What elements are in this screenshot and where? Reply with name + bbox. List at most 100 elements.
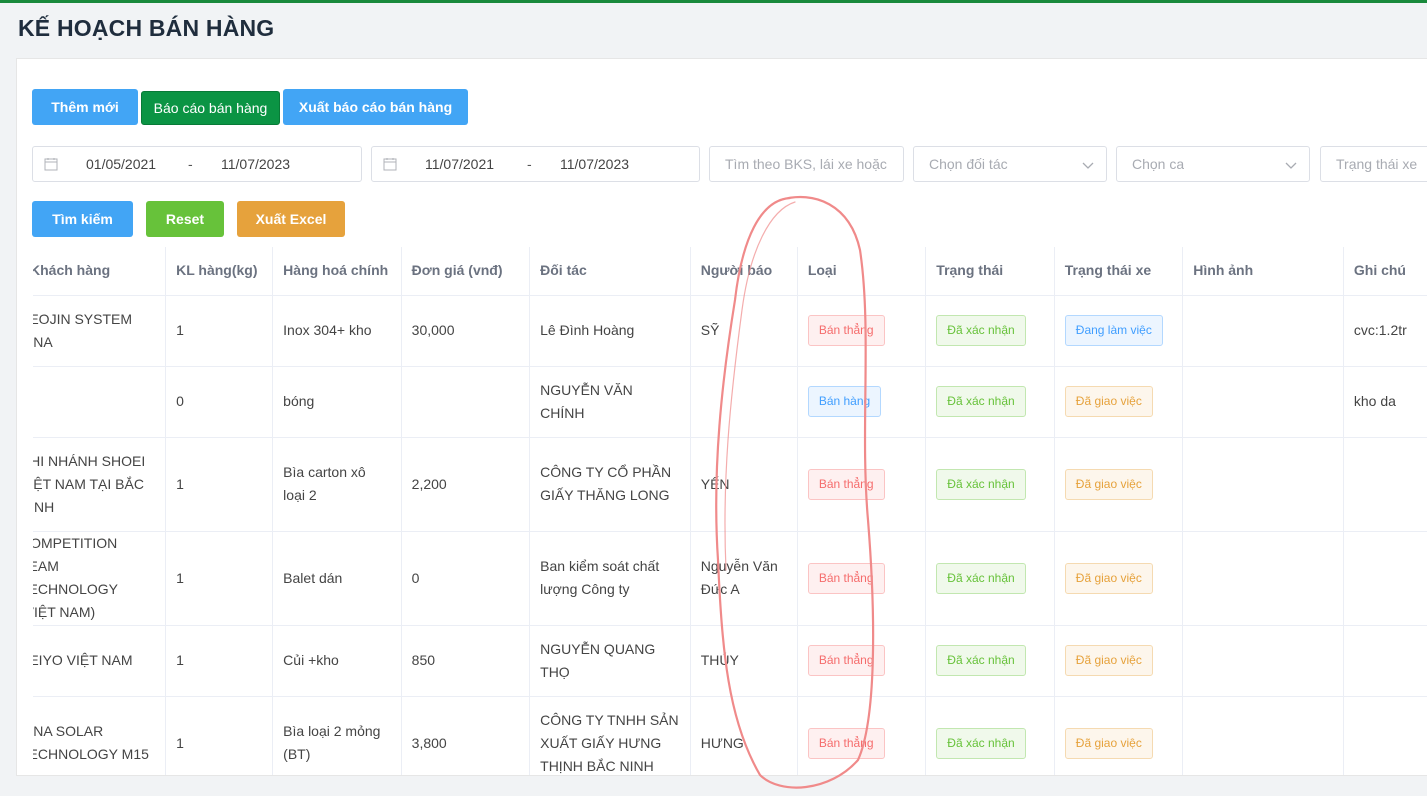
cell-image bbox=[1182, 625, 1344, 697]
cell-type: Bán thẳng bbox=[797, 696, 927, 775]
cell-customer: VINA SOLAR TECHNOLOGY M15 bbox=[33, 696, 167, 775]
status-tag: Đã xác nhận bbox=[936, 386, 1026, 417]
type-tag: Bán thẳng bbox=[807, 562, 885, 594]
cell-customer bbox=[33, 366, 167, 438]
col-partner: Đối tác bbox=[529, 247, 691, 296]
cell-partner: NGUYỄN QUANG THỌ bbox=[529, 625, 691, 697]
cell-goods: bóng bbox=[272, 366, 402, 438]
col-note: Ghi chú bbox=[1343, 247, 1427, 296]
table-row[interactable]: SEIYO VIỆT NAM 1 Củi +kho 850 NGUYỄN QUA… bbox=[33, 625, 1427, 697]
table-row[interactable]: SEOJIN SYSTEM VINA 1 Inox 304+ kho 30,00… bbox=[33, 295, 1427, 367]
shift-select[interactable]: Chọn ca bbox=[1116, 146, 1310, 182]
cell-price: 2,200 bbox=[401, 437, 531, 532]
col-goods: Hàng hoá chính bbox=[272, 247, 402, 296]
cell-status: Đã xác nhận bbox=[925, 696, 1055, 775]
col-vehicle-status: Trạng thái xe bbox=[1054, 247, 1184, 296]
type-tag: Bán hàng bbox=[807, 386, 882, 417]
cell-vehicle-status: Đã giao việc bbox=[1054, 625, 1184, 697]
calendar-icon bbox=[44, 158, 58, 171]
table-row[interactable]: COMPETITION TEAM TECHNOLOGY (VIỆT NAM) 1… bbox=[33, 531, 1427, 626]
add-button[interactable]: Thêm mới bbox=[32, 89, 138, 125]
cell-note bbox=[1343, 625, 1427, 697]
cell-image bbox=[1182, 437, 1344, 532]
cell-goods: Củi +kho bbox=[272, 625, 402, 697]
date-range-picker-2[interactable]: 11/07/2021 - 11/07/2023 bbox=[371, 146, 700, 182]
col-customer: Khách hàng bbox=[33, 247, 167, 296]
status-tag: Đã xác nhận bbox=[936, 727, 1026, 759]
cell-partner: CÔNG TY CỔ PHẦN GIẤY THĂNG LONG bbox=[529, 437, 691, 532]
vehicle-status-placeholder: Trạng thái xe bbox=[1336, 156, 1418, 172]
sales-plan-table: Khách hàng KL hàng(kg) Hàng hoá chính Đơ… bbox=[33, 247, 1427, 775]
cell-customer: SEIYO VIỆT NAM bbox=[33, 625, 167, 697]
cell-weight: 0 bbox=[165, 366, 274, 438]
cell-partner: NGUYỄN VĂN CHÍNH bbox=[529, 366, 691, 438]
search-button[interactable]: Tìm kiếm bbox=[32, 201, 133, 237]
chevron-down-icon bbox=[1285, 162, 1297, 169]
search-placeholder: Tìm theo BKS, lái xe hoặc bbox=[725, 156, 887, 172]
cell-type: Bán thẳng bbox=[797, 295, 927, 367]
cell-status: Đã xác nhận bbox=[925, 437, 1055, 532]
cell-goods: Inox 304+ kho bbox=[272, 295, 402, 367]
col-image: Hình ảnh bbox=[1182, 247, 1344, 296]
cell-price: 0 bbox=[401, 531, 531, 626]
cell-status: Đã xác nhận bbox=[925, 295, 1055, 367]
cell-goods: Bìa carton xô loại 2 bbox=[272, 437, 402, 532]
type-tag: Bán thẳng bbox=[807, 468, 885, 500]
vehicle-status-tag: Đang làm việc bbox=[1064, 315, 1163, 346]
vehicle-status-tag: Đã giao việc bbox=[1064, 645, 1153, 676]
type-tag: Bán thẳng bbox=[807, 315, 885, 346]
export-excel-button[interactable]: Xuất Excel bbox=[237, 201, 345, 237]
cell-note bbox=[1343, 437, 1427, 532]
type-tag: Bán thẳng bbox=[807, 645, 885, 676]
cell-status: Đã xác nhận bbox=[925, 366, 1055, 438]
cell-vehicle-status: Đã giao việc bbox=[1054, 531, 1184, 626]
table-header-row: Khách hàng KL hàng(kg) Hàng hoá chính Đơ… bbox=[33, 247, 1427, 296]
export-sales-report-button[interactable]: Xuất báo cáo bán hàng bbox=[283, 89, 468, 125]
cell-weight: 1 bbox=[165, 295, 274, 367]
page-title: KẾ HOẠCH BÁN HÀNG bbox=[18, 15, 275, 41]
vehicle-status-tag: Đã giao việc bbox=[1064, 386, 1153, 417]
cell-image bbox=[1182, 295, 1344, 367]
shift-placeholder: Chọn ca bbox=[1132, 156, 1185, 172]
cell-reporter: YẾN bbox=[690, 437, 798, 532]
cell-image bbox=[1182, 366, 1344, 438]
cell-note bbox=[1343, 696, 1427, 775]
table-row[interactable]: CHI NHÁNH SHOEI VIỆT NAM TẠI BẮC NINH 1 … bbox=[33, 437, 1427, 532]
cell-note: cvc:1.2tr bbox=[1343, 295, 1427, 367]
table-row[interactable]: 0 bóng NGUYỄN VĂN CHÍNH Bán hàng Đã xác … bbox=[33, 366, 1427, 438]
cell-price: 30,000 bbox=[401, 295, 531, 367]
cell-reporter: Nguyễn Văn Đức A bbox=[690, 531, 798, 626]
cell-type: Bán hàng bbox=[797, 366, 927, 438]
vehicle-status-select[interactable]: Trạng thái xe bbox=[1320, 146, 1427, 182]
cell-goods: Balet dán bbox=[272, 531, 402, 626]
cell-type: Bán thẳng bbox=[797, 531, 927, 626]
cell-vehicle-status: Đã giao việc bbox=[1054, 366, 1184, 438]
chevron-down-icon bbox=[1082, 162, 1094, 169]
cell-partner: Lê Đình Hoàng bbox=[529, 295, 691, 367]
range1-start: 01/05/2021 bbox=[86, 156, 157, 172]
cell-reporter: SỸ bbox=[690, 295, 798, 367]
range1-end: 11/07/2023 bbox=[221, 156, 291, 172]
cell-reporter bbox=[690, 366, 798, 438]
range2-start: 11/07/2021 bbox=[425, 156, 495, 172]
cell-reporter: HƯNG bbox=[690, 696, 798, 775]
search-input[interactable]: Tìm theo BKS, lái xe hoặc bbox=[709, 146, 904, 182]
cell-price: 850 bbox=[401, 625, 531, 697]
reset-button[interactable]: Reset bbox=[146, 201, 224, 237]
status-tag: Đã xác nhận bbox=[936, 315, 1026, 346]
sales-report-button[interactable]: Báo cáo bán hàng bbox=[141, 91, 280, 125]
date-range-picker-1[interactable]: 01/05/2021 - 11/07/2023 bbox=[32, 146, 362, 182]
cell-vehicle-status: Đã giao việc bbox=[1054, 437, 1184, 532]
calendar-icon bbox=[383, 158, 397, 171]
status-tag: Đã xác nhận bbox=[936, 645, 1026, 676]
col-reporter: Người báo bbox=[690, 247, 798, 296]
cell-note bbox=[1343, 531, 1427, 626]
cell-status: Đã xác nhận bbox=[925, 625, 1055, 697]
vehicle-status-tag: Đã giao việc bbox=[1064, 468, 1153, 500]
cell-customer: COMPETITION TEAM TECHNOLOGY (VIỆT NAM) bbox=[33, 531, 167, 626]
cell-price bbox=[401, 366, 531, 438]
status-tag: Đã xác nhận bbox=[936, 468, 1026, 500]
cell-weight: 1 bbox=[165, 531, 274, 626]
partner-select[interactable]: Chọn đối tác bbox=[913, 146, 1107, 182]
table-row[interactable]: VINA SOLAR TECHNOLOGY M15 1 Bìa loại 2 m… bbox=[33, 696, 1427, 775]
